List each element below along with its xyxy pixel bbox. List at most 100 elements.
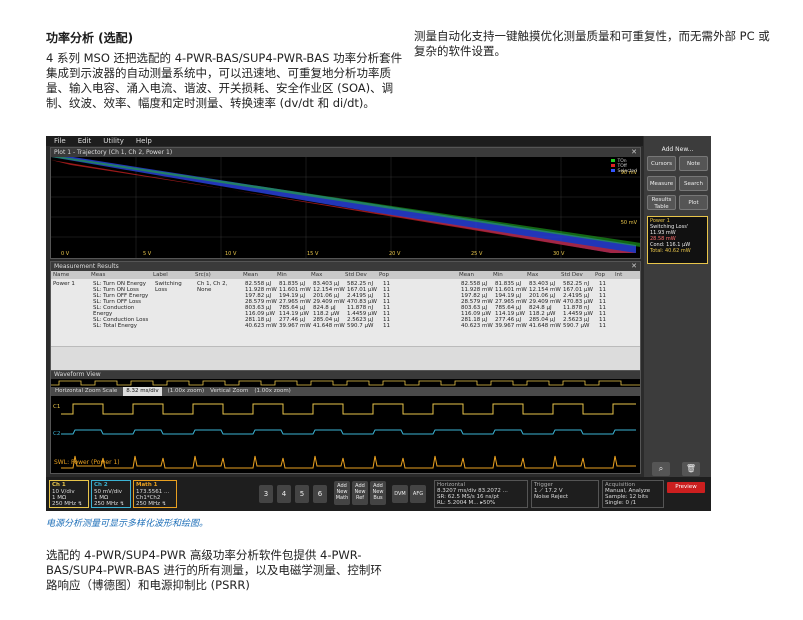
col-header: Max	[311, 272, 323, 278]
preview-button[interactable]: Preview	[667, 482, 705, 493]
channel-6-button[interactable]: 6	[313, 485, 327, 503]
col-header: Max	[527, 272, 539, 278]
vzoom-label: Vertical Zoom	[210, 388, 249, 394]
acquisition-settings[interactable]: Acquisition Manual, Analyze Sample: 12 b…	[602, 480, 664, 508]
menu-utility[interactable]: Utility	[103, 136, 124, 146]
col-header: Std Dev	[345, 272, 367, 278]
ch2-marker[interactable]: C2	[53, 431, 60, 437]
horizontal-settings[interactable]: Horizontal 8.3207 ms/div 83.2072 ... SR:…	[434, 480, 528, 508]
meas-name: Power 1	[53, 281, 75, 287]
table-cell: 41.648 mW	[313, 323, 345, 329]
x-tick: 5 V	[143, 251, 152, 257]
ch1-trace	[61, 403, 636, 415]
cursors-button[interactable]: Cursors	[647, 156, 676, 171]
table-cell: 41.648 mW	[529, 323, 561, 329]
afg-button[interactable]: AFG	[410, 485, 426, 503]
legend-selected: Selected	[617, 169, 637, 174]
col-header: Pop	[379, 272, 389, 278]
ch1-marker[interactable]: C1	[53, 404, 60, 410]
zoom-tool-icon[interactable]: ⌕	[652, 462, 670, 476]
meas-column: SL: Turn ON Energy SL: Turn ON Loss SL: Tu…	[93, 281, 148, 329]
col-header: Label	[153, 272, 168, 278]
waveform-traces	[61, 403, 636, 469]
label-column: Switching Loss	[155, 281, 182, 293]
x-tick: 25 V	[471, 251, 483, 257]
table-cell: SL: Total Energy	[93, 323, 138, 329]
col-header: Min	[277, 272, 287, 278]
col-header: Min	[493, 272, 503, 278]
std-column-2: 582.25 nJ 167.01 µW 2.4195 µJ 470.83 µW 11.8…	[563, 281, 593, 329]
plot-legend: TOn TOff Selected	[611, 159, 637, 174]
trigger-line: Noise Reject	[534, 494, 569, 500]
search-button[interactable]: Search	[679, 176, 708, 191]
srcs-column: Ch 1, Ch 2, None	[197, 281, 227, 293]
note-button[interactable]: Note	[679, 156, 708, 171]
mean-column-2: 82.558 µJ 11.928 mW 197.82 µJ 28.579 mW 803.…	[461, 281, 493, 329]
ch1-settings[interactable]: Ch 1 10 V/div 1 MΩ 250 MHz ↯	[49, 480, 89, 508]
swl-power-label: SWL: Power (Power 1)	[54, 459, 120, 466]
menu-file[interactable]: File	[54, 136, 66, 146]
table-cell: 40.623 mW	[461, 323, 493, 329]
table-cell: 39.967 mW	[279, 323, 311, 329]
dvm-button[interactable]: DVM	[392, 485, 408, 503]
menu-edit[interactable]: Edit	[78, 136, 92, 146]
col-header: Mean	[243, 272, 258, 278]
table-cell: Loss	[155, 287, 168, 293]
max-column: 83.403 µJ 12.154 mW 201.06 µJ 29.409 mW 824.…	[313, 281, 345, 329]
math1-settings[interactable]: Math 1 173.5561 ... Ch1*Ch2 250 MHz ↯	[133, 480, 177, 508]
x-tick: 10 V	[225, 251, 237, 257]
power-badge-line: Total: 40.62 mW	[650, 248, 691, 254]
plot-button[interactable]: Plot	[679, 195, 708, 210]
pop-column: 11 11 11 11 11 11 11 11	[383, 281, 390, 329]
add-new-math-button[interactable]: Add New Math	[334, 481, 350, 505]
waveform-overview[interactable]	[51, 379, 640, 387]
channel-3-button[interactable]: 3	[259, 485, 273, 503]
std-column: 582.25 nJ 167.01 µW 2.4195 µJ 470.83 µW 11.8…	[347, 281, 377, 329]
x-tick: 30 V	[553, 251, 565, 257]
ch2-line: 250 MHz ↯	[94, 501, 125, 507]
plot-title: Plot 1 - Trajectory (Ch 1, Ch 2, Power 1…	[51, 148, 640, 157]
trajectory-plot-panel: Plot 1 - Trajectory (Ch 1, Ch 2, Power 1…	[50, 147, 641, 259]
trash-icon[interactable]: 🗑	[682, 462, 700, 476]
max-column-2: 83.403 µJ 12.154 mW 201.06 µJ 29.409 mW 824.…	[529, 281, 561, 329]
ch2-settings[interactable]: Ch 2 50 mV/div 1 MΩ 250 MHz ↯	[91, 480, 131, 508]
col-header: Meas	[91, 272, 106, 278]
horizontal-line: RL: 5.2004 M... ▸50%	[437, 500, 496, 506]
oscilloscope-screenshot: File Edit Utility Help Plot 1 - Trajecto…	[46, 136, 711, 511]
results-table-button[interactable]: Results Table	[647, 195, 676, 210]
channel-4-button[interactable]: 4	[277, 485, 291, 503]
power-trace	[61, 455, 636, 469]
hzoom-value-input[interactable]: 8.32 ms/div	[123, 387, 162, 396]
channel-5-button[interactable]: 5	[295, 485, 309, 503]
settings-bar: Ch 1 10 V/div 1 MΩ 250 MHz ↯ Ch 2 50 mV/…	[46, 477, 711, 511]
table-cell: 590.7 µW	[347, 323, 374, 329]
add-new-label: Add New...	[661, 146, 694, 153]
x-tick: 20 V	[389, 251, 401, 257]
trigger-settings[interactable]: Trigger 1 ⟋ 17.2 V Noise Reject	[531, 480, 599, 508]
math1-title: Math 1	[136, 482, 158, 488]
add-new-bus-button[interactable]: Add New Bus	[370, 481, 386, 505]
add-new-ref-button[interactable]: Add New Ref	[352, 481, 368, 505]
min-column: 81.835 µJ 11.601 mW 194.19 µJ 27.965 mW 785.…	[279, 281, 311, 329]
measurement-results-title: Measurement Results ✕	[51, 262, 640, 271]
scope-menubar: File Edit Utility Help	[46, 136, 643, 146]
automation-paragraph: 测量自动化支持一键触摸优化测量质量和可重复性，而无需外部 PC 或复杂的软件设置…	[414, 29, 770, 58]
table-cell: 590.7 µW	[563, 323, 590, 329]
waveform-view-title: Waveform View	[51, 371, 640, 379]
table-cell: 39.967 mW	[495, 323, 527, 329]
table-cell: 11	[383, 323, 390, 329]
power-1-badge[interactable]: Power 1 Switching Loss' 11.93 mW 28.58 m…	[647, 216, 708, 264]
trajectory-blue-band	[51, 157, 636, 253]
measurement-table-header: Name Meas Label Src(s) Mean Min Max Std …	[51, 271, 640, 279]
measure-button[interactable]: Measure	[647, 176, 676, 191]
table-cell: 11	[599, 323, 606, 329]
col-header: Src(s)	[195, 272, 211, 278]
close-icon[interactable]: ✕	[631, 262, 637, 271]
waveform-view-panel: Waveform View Horizontal Zoom Scale 8.32…	[50, 370, 641, 474]
menu-help[interactable]: Help	[136, 136, 152, 146]
table-cell: 40.623 mW	[245, 323, 277, 329]
x-tick: 15 V	[307, 251, 319, 257]
close-icon[interactable]: ✕	[631, 148, 637, 157]
ch2-trace	[61, 429, 636, 435]
measurement-scroll-area[interactable]	[51, 346, 640, 370]
